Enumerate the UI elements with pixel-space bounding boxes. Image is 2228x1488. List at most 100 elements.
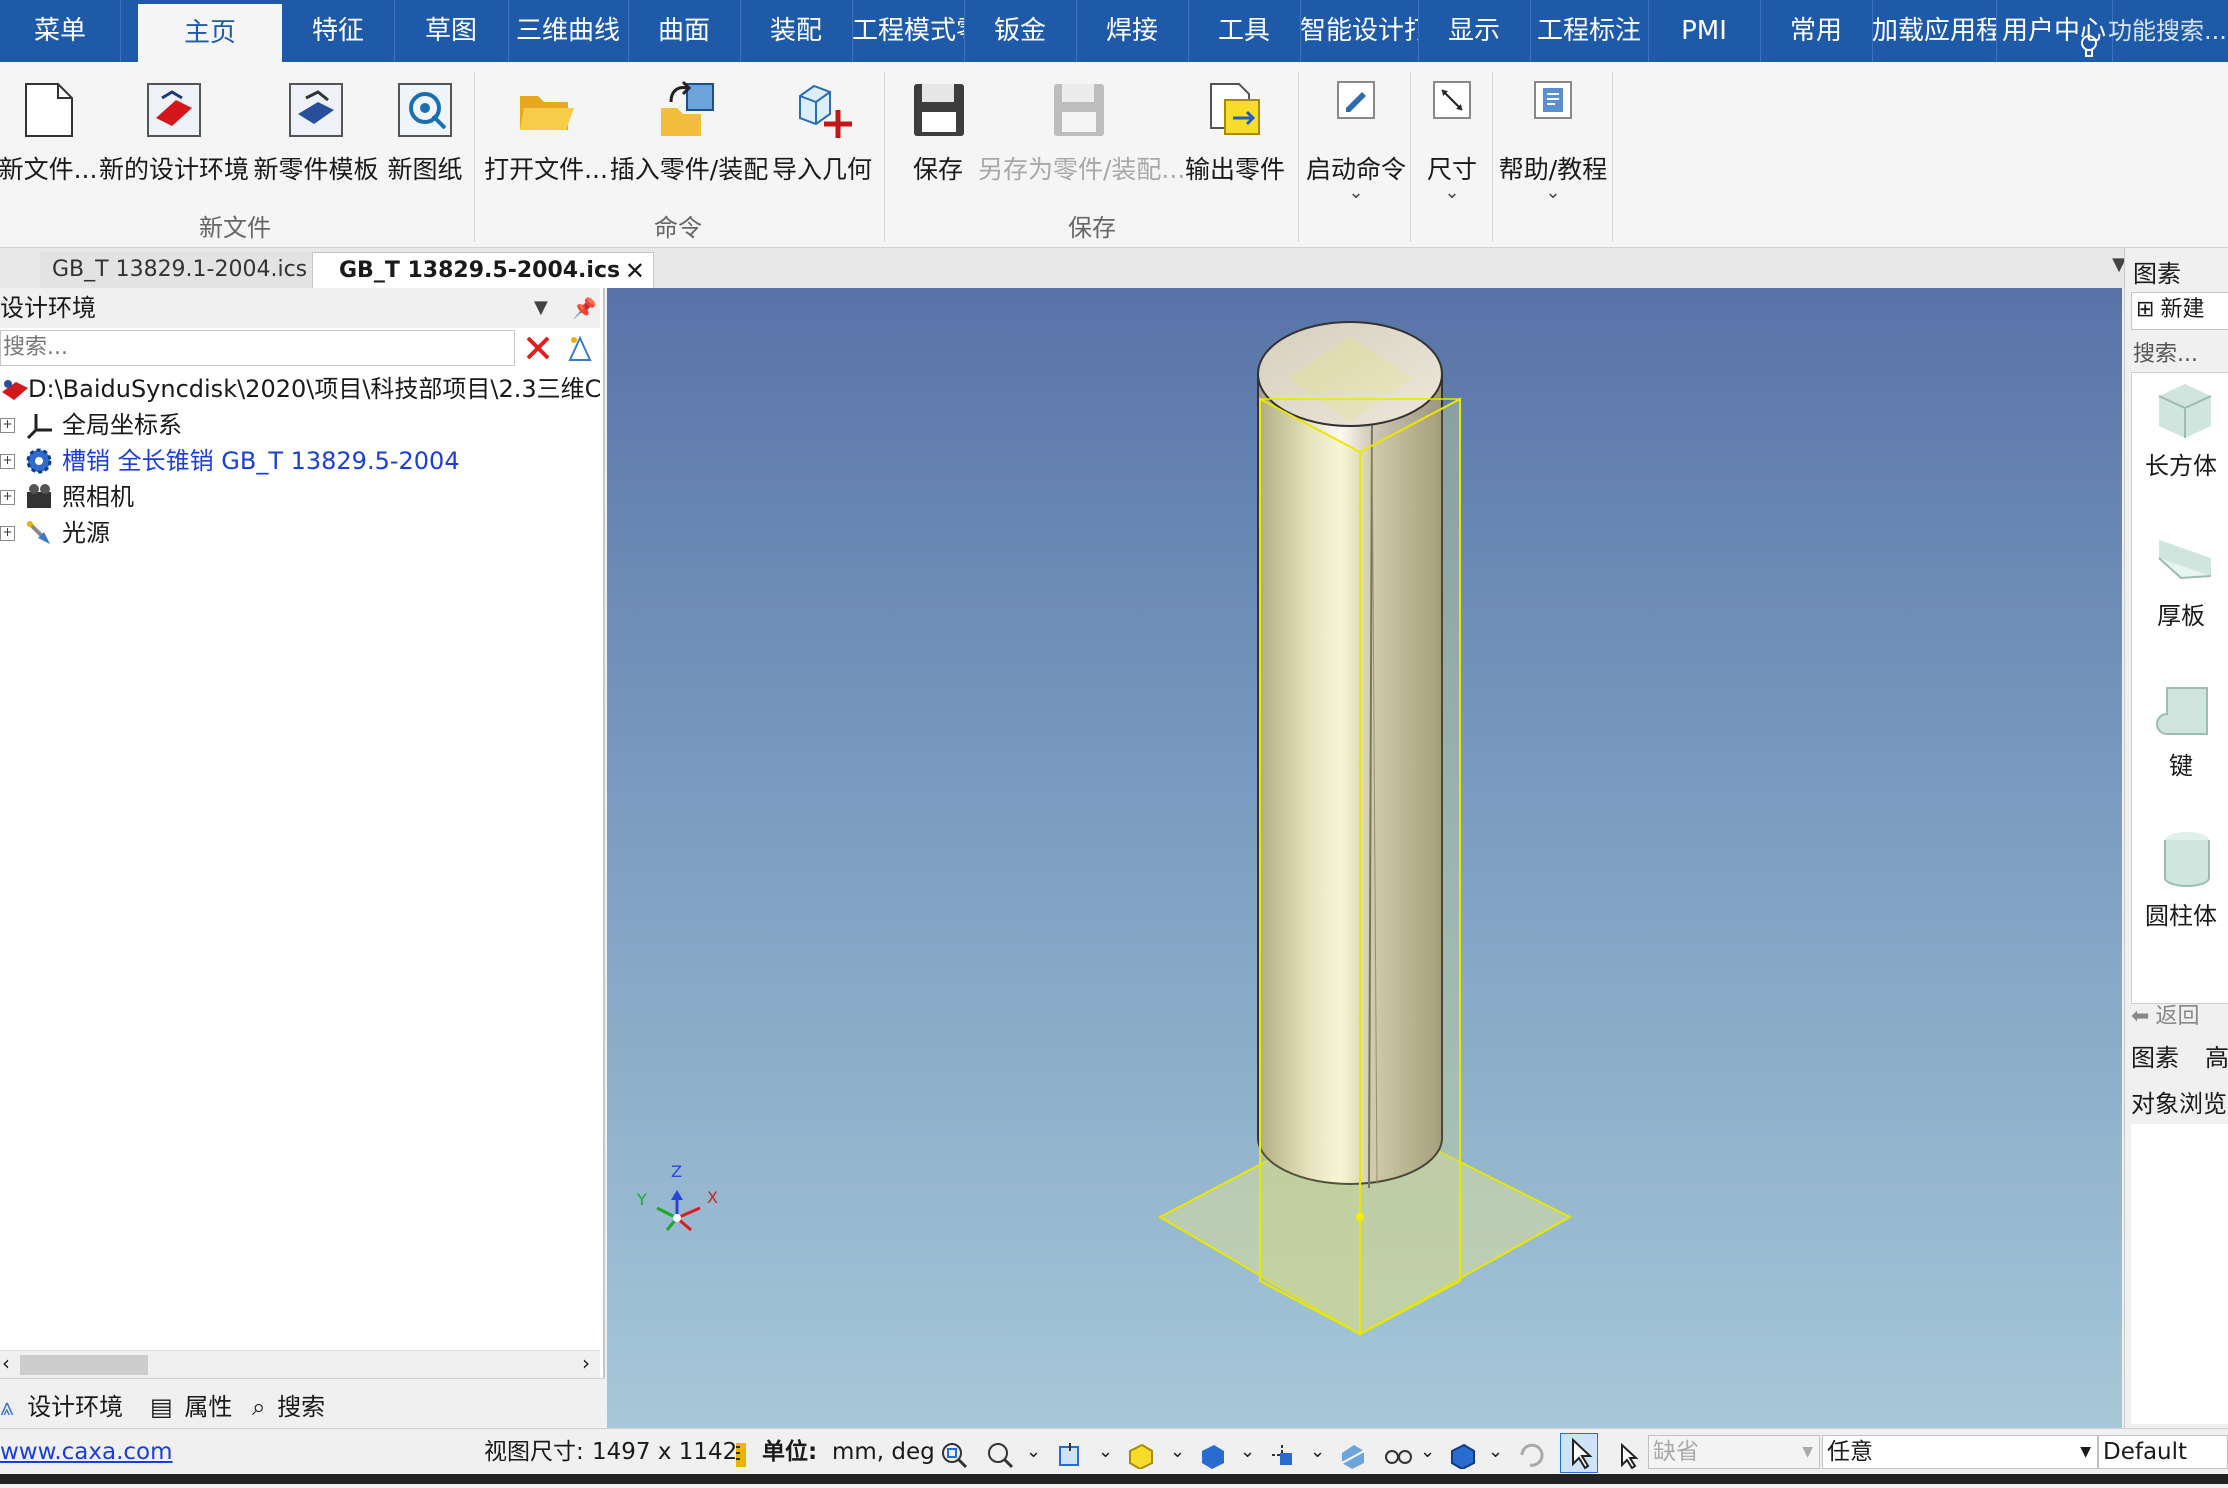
tab-welding[interactable]: 焊接 [1076,0,1189,62]
group-separator [884,72,885,242]
tab-advanced[interactable]: 高 [2205,1038,2228,1073]
expand-icon[interactable]: + [0,418,15,433]
clear-search-icon[interactable] [520,330,556,366]
scroll-left-icon[interactable]: ‹ [2,1351,10,1375]
help-book-icon [1531,78,1575,122]
new-drawing-button[interactable]: 新图纸 [386,70,464,210]
tab-sheet-metal[interactable]: 钣金 [964,0,1077,62]
tab-properties[interactable]: ▤ 属性 [150,1387,232,1422]
element-cylinder[interactable]: 圆柱体 [2133,828,2228,931]
element-box[interactable]: 长方体 [2133,378,2228,481]
design-env-icon [142,78,206,142]
chevron-down-icon[interactable]: ⌄ [1310,1429,1325,1475]
group-label-save: 保存 [1068,214,1116,242]
chevron-down-icon: ⌄ [1545,182,1561,203]
tab-common[interactable]: 常用 [1760,0,1873,62]
import-geometry-button[interactable]: 导入几何 [772,70,872,210]
tree-root[interactable]: D:\BaiduSyncdisk\2020\项目\科技部项目\2.3三维CA [0,372,600,406]
save-as-icon [1046,78,1110,142]
document-tabs: GB_T 13829.1-2004.ics GB_T 13829.5-2004.… [0,248,2130,289]
view-orientation-icon[interactable] [1056,1439,1084,1467]
glasses-icon[interactable] [1384,1439,1412,1467]
export-part-button[interactable]: 输出零件 [1182,70,1288,210]
close-icon[interactable]: ✕ [625,253,645,289]
insert-part-button[interactable]: 插入零件/装配 [610,70,768,210]
tab-design-env[interactable]: ⩓ 设计环境 [0,1387,123,1422]
pivot-icon[interactable] [1268,1439,1296,1467]
panel-dropdown-icon[interactable]: ▼ [534,288,548,328]
origin-point[interactable] [1356,1213,1364,1221]
section-view-icon[interactable] [1338,1439,1366,1469]
tab-home[interactable]: 主页 [138,4,282,62]
tab-3d-curve[interactable]: 三维曲线 [508,0,629,62]
back-arrow-icon: ⬅ [2131,1004,2150,1029]
new-file-button[interactable]: 新文件... [0,70,97,210]
select-cursor-icon[interactable] [1560,1433,1598,1473]
chevron-down-icon[interactable]: ⌄ [1026,1429,1041,1475]
new-file-icon [16,78,80,142]
tab-search[interactable]: ⌕ 搜索 [252,1387,325,1422]
horizontal-scrollbar[interactable]: ‹ › [0,1350,600,1378]
zoom-icon[interactable] [986,1439,1014,1469]
doc-tab-13829-1[interactable]: GB_T 13829.1-2004.ics [40,252,327,288]
left-panel-tabs: ⩓ 设计环境 ▤ 属性 ⌕ 搜索 [0,1378,605,1428]
tab-menu[interactable]: 菜单 [0,0,121,62]
open-file-button[interactable]: 打开文件... [484,70,608,210]
shaded-cube-icon[interactable] [1198,1439,1226,1469]
function-search[interactable]: 功能搜索... [2080,0,2227,62]
expand-icon[interactable]: + [0,454,15,469]
expand-icon[interactable]: + [0,490,15,505]
pointer-icon[interactable] [1614,1439,1642,1470]
new-element-button[interactable]: ⊞ 新建 [2131,292,2228,330]
save-as-button[interactable]: 另存为零件/装配... [978,70,1185,210]
chevron-down-icon[interactable]: ⌄ [1488,1429,1503,1475]
3d-viewport[interactable]: Z X Y [607,288,2122,1428]
box-select-icon[interactable] [1126,1439,1154,1471]
new-design-env-button[interactable]: 新的设计环境 [99,70,249,210]
doc-tab-13829-5[interactable]: GB_T 13829.5-2004.ics ✕ [312,252,654,289]
tab-features[interactable]: 特征 [282,0,395,62]
undo-view-icon[interactable] [1516,1439,1544,1467]
insert-part-icon [657,78,721,142]
elements-title: 图素 [2133,260,2181,288]
tab-assembly[interactable]: 装配 [740,0,853,62]
group-separator [474,72,475,242]
tab-elements[interactable]: 图素 [2131,1038,2179,1073]
dimension-button[interactable]: 尺寸 ⌄ [1416,70,1488,210]
tab-surface[interactable]: 曲面 [628,0,741,62]
tab-load-apps[interactable]: 加载应用程 [1872,0,1997,62]
element-slab[interactable]: 厚板 [2133,528,2228,631]
new-part-template-button[interactable]: 新零件模板 [253,70,379,210]
elements-search-input[interactable]: 搜索... [2133,336,2198,368]
filter-icon[interactable] [564,332,596,364]
properties-icon: ▤ [150,1393,173,1421]
launch-command-button[interactable]: 启动命令 ⌄ [1306,70,1406,210]
help-tutorial-button[interactable]: 帮助/教程 ⌄ [1498,70,1608,210]
tab-sketch[interactable]: 草图 [394,0,509,62]
back-button[interactable]: ⬅ 返回 [2131,998,2228,1036]
selection-mode-combo[interactable]: 任意 ▼ [1822,1435,2098,1469]
website-link[interactable]: www.caxa.com [0,1429,173,1475]
tab-tools[interactable]: 工具 [1188,0,1301,62]
tree-search-input[interactable]: 搜索... [0,330,515,366]
zoom-window-icon[interactable] [940,1439,968,1469]
filter-combo[interactable]: 缺省 ▼ [1648,1435,1820,1469]
save-button[interactable]: 保存 [900,70,976,210]
chevron-down-icon[interactable]: ⌄ [1170,1429,1185,1475]
pin-icon[interactable]: 📌 [572,288,597,328]
expand-icon[interactable]: + [0,526,15,541]
tab-smart-design[interactable]: 智能设计打 [1300,0,1419,62]
tab-engineering-mode[interactable]: 工程模式零 [852,0,965,62]
chevron-down-icon[interactable]: ⌄ [1098,1429,1113,1475]
object-browser-area [2131,1124,2228,1424]
chevron-down-icon[interactable]: ⌄ [1240,1429,1255,1475]
style-combo[interactable]: Default [2098,1435,2228,1469]
tab-display[interactable]: 显示 [1418,0,1531,62]
chevron-down-icon[interactable]: ⌄ [1420,1429,1435,1475]
scrollbar-thumb[interactable] [20,1355,148,1375]
element-key[interactable]: 键 [2133,678,2228,781]
tab-pmi[interactable]: PMI [1648,0,1761,62]
tab-engineering-annotation[interactable]: 工程标注 [1530,0,1649,62]
render-cube-icon[interactable] [1448,1439,1476,1471]
scroll-right-icon[interactable]: › [582,1351,590,1375]
